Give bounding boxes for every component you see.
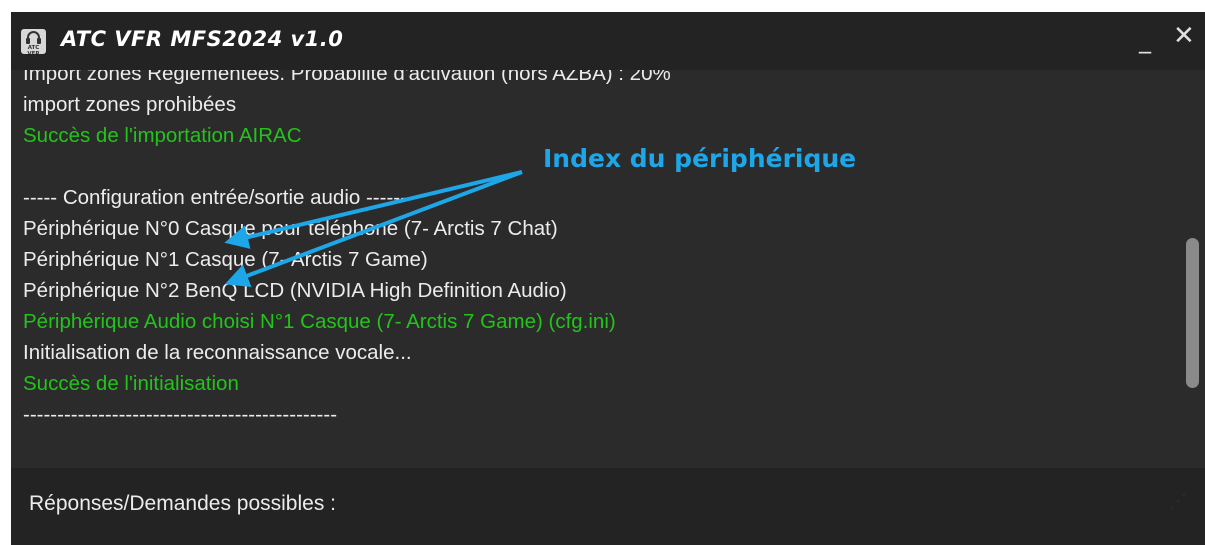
- log-line: Succès de l'initialisation: [23, 372, 239, 395]
- footer-panel: Réponses/Demandes possibles : ⋰: [11, 468, 1205, 545]
- log-line: Périphérique N°1 Casque (7- Arctis 7 Gam…: [23, 248, 428, 271]
- log-line: Initialisation de la reconnaissance voca…: [23, 341, 412, 364]
- scrollbar-thumb[interactable]: [1186, 238, 1199, 388]
- log-line: Périphérique Audio choisi N°1 Casque (7-…: [23, 310, 616, 333]
- log-line: Périphérique N°2 BenQ LCD (NVIDIA High D…: [23, 279, 567, 302]
- possible-responses-label: Réponses/Demandes possibles :: [29, 492, 337, 515]
- log-line: import zones prohibées: [23, 93, 237, 116]
- app-window: ATC VFR ATC VFR MFS2024 v1.0 _ ✕ Import …: [11, 12, 1205, 545]
- app-icon-text: ATC VFR: [27, 45, 40, 54]
- title-bar[interactable]: ATC VFR ATC VFR MFS2024 v1.0 _ ✕: [11, 12, 1205, 70]
- resize-grip-icon[interactable]: ⋰: [1169, 492, 1187, 510]
- close-button[interactable]: ✕: [1173, 22, 1195, 50]
- log-line: Import zones Réglementées. Probabilité d…: [23, 70, 671, 85]
- log-line: ----- Configuration entrée/sortie audio …: [23, 186, 414, 209]
- minimize-button[interactable]: _: [1139, 26, 1151, 54]
- annotation-label: Index du périphérique: [543, 144, 857, 173]
- headset-icon: ATC VFR: [21, 29, 46, 54]
- log-lines: Import zones Réglementées. Probabilité d…: [23, 70, 1173, 430]
- log-line: ----------------------------------------…: [23, 403, 338, 426]
- window-title: ATC VFR MFS2024 v1.0: [61, 27, 344, 51]
- log-line: Périphérique N°0 Casque pour téléphone (…: [23, 217, 558, 240]
- console-log[interactable]: Import zones Réglementées. Probabilité d…: [11, 70, 1205, 468]
